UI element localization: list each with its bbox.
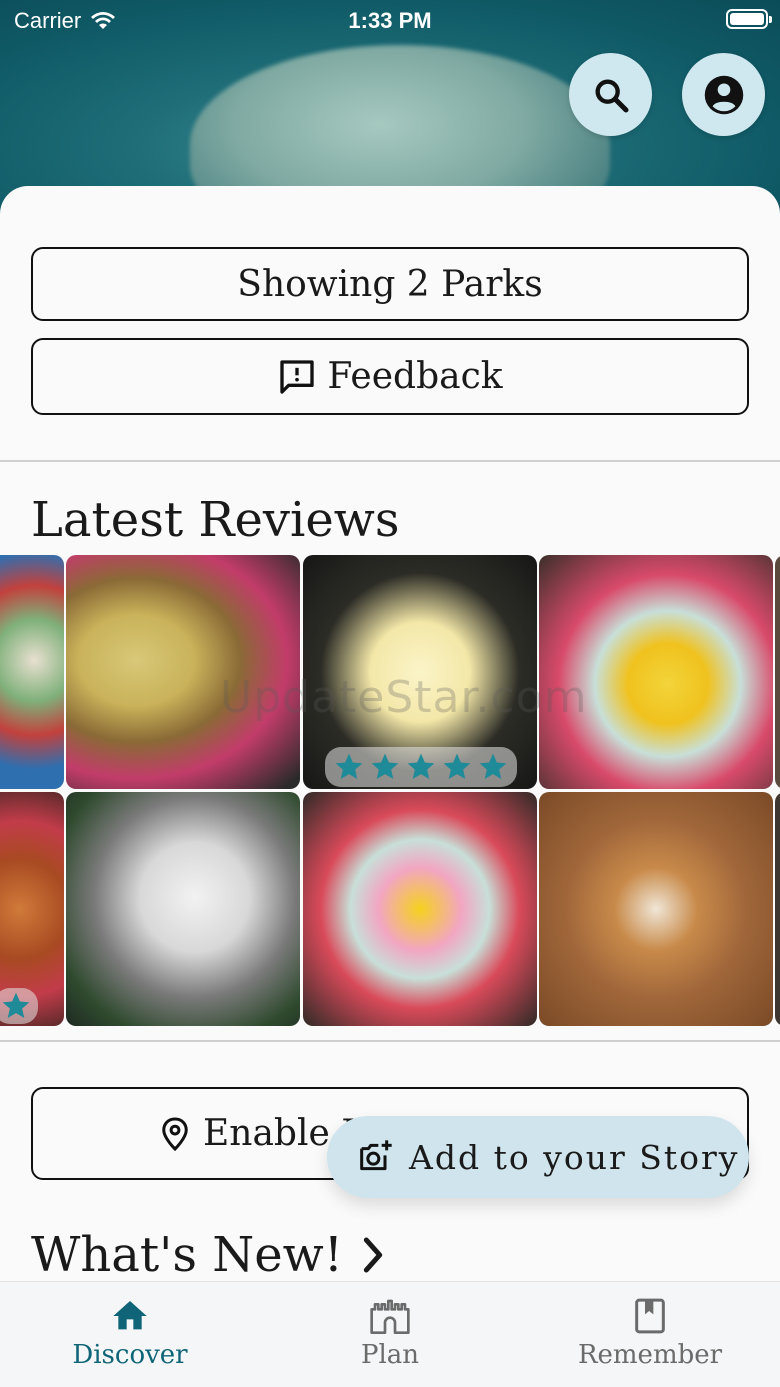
battery-icon — [726, 9, 772, 29]
whats-new-link[interactable]: What's New! — [31, 1227, 387, 1283]
nav-remember[interactable]: Remember — [520, 1296, 780, 1370]
review-tile[interactable] — [0, 792, 64, 1026]
star-icon — [479, 753, 507, 779]
nav-plan[interactable]: Plan — [260, 1296, 520, 1370]
feedback-button[interactable]: Feedback — [31, 338, 749, 415]
latest-reviews-title: Latest Reviews — [31, 492, 400, 548]
star-icon — [371, 753, 399, 779]
review-tile[interactable] — [303, 792, 537, 1026]
section-divider — [0, 460, 780, 462]
review-tile[interactable] — [66, 792, 300, 1026]
review-tile[interactable] — [539, 792, 773, 1026]
whats-new-title: What's New! — [31, 1227, 344, 1283]
review-tile[interactable] — [0, 555, 64, 789]
section-divider — [0, 1040, 780, 1042]
status-time: 1:33 PM — [348, 8, 432, 33]
nav-discover-label: Discover — [72, 1340, 188, 1370]
feedback-label: Feedback — [327, 356, 503, 397]
home-icon — [113, 1301, 147, 1330]
showing-parks-button[interactable]: Showing 2 Parks — [31, 247, 749, 321]
chevron-right-icon — [363, 1237, 383, 1273]
nav-remember-label: Remember — [577, 1340, 723, 1370]
reviews-grid — [0, 555, 780, 1027]
star-icon — [407, 753, 435, 779]
status-bar: Carrier 1:33 PM — [0, 0, 780, 40]
account-circle-icon — [704, 75, 743, 114]
star-icon — [443, 753, 471, 779]
star-icon — [335, 753, 363, 779]
star-icon — [2, 992, 30, 1018]
bottom-navigation: Discover Plan Remember — [0, 1281, 780, 1387]
rating-stars — [325, 747, 517, 787]
nav-discover[interactable]: Discover — [0, 1296, 260, 1370]
add-to-story-button[interactable]: Add to your Story — [327, 1116, 749, 1198]
watermark-text: UpdateStar.com — [220, 672, 588, 723]
add-to-story-label: Add to your Story — [409, 1137, 740, 1177]
nav-plan-label: Plan — [360, 1340, 420, 1370]
app-screen: Carrier 1:33 PM Showing 2 Parks Feedback… — [0, 0, 780, 1387]
book-icon — [635, 1298, 665, 1334]
account-button[interactable] — [682, 53, 765, 136]
review-tile[interactable] — [775, 792, 780, 1026]
review-tile[interactable] — [775, 555, 780, 789]
feedback-icon — [280, 359, 315, 394]
showing-parks-label: Showing 2 Parks — [237, 263, 543, 305]
rating-stars — [0, 988, 38, 1024]
search-icon — [595, 79, 628, 112]
add-photo-icon — [360, 1140, 392, 1171]
location-pin-icon — [162, 1116, 188, 1151]
castle-icon — [370, 1299, 410, 1334]
search-button[interactable] — [569, 53, 652, 136]
